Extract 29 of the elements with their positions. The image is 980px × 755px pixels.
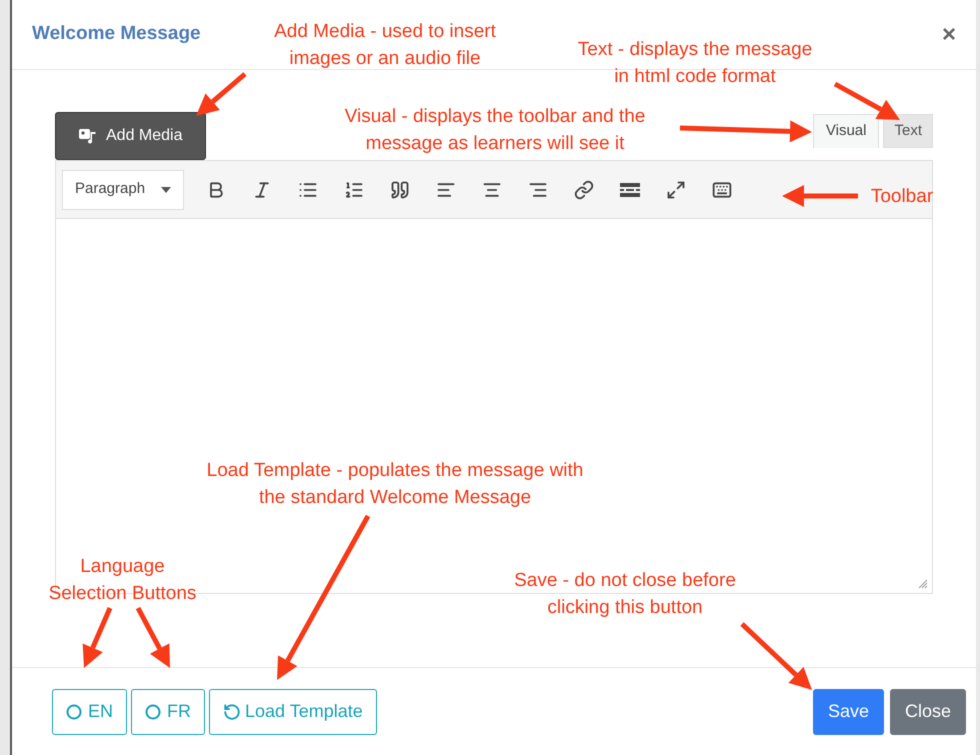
media-icon — [78, 127, 98, 145]
language-button[interactable]: FR — [131, 688, 206, 734]
close-button[interactable]: Close — [890, 688, 966, 734]
arrow — [740, 622, 812, 690]
arrow — [136, 606, 170, 668]
undo-icon — [223, 702, 242, 720]
resize-handle-icon — [918, 579, 928, 589]
caret-icon — [161, 186, 171, 192]
annotation-text: Language Selection Buttons — [48, 555, 198, 606]
close-button[interactable]: × — [942, 22, 956, 46]
annotation-text: Toolbar — [870, 185, 934, 209]
annotation-text: Load Template - populates the message with the standard Welcome Message — [206, 459, 584, 510]
annotation-text: Add Media - used to insert images or an audio file — [273, 20, 497, 71]
arrow — [196, 72, 247, 116]
annotation-text: Text - displays the message in html code format — [576, 38, 814, 89]
arrow — [82, 607, 112, 668]
annotation-text: Save - do not close before clicking this button — [513, 569, 737, 620]
annotation-text: Visual - displays the toolbar and the message as learners will see it — [344, 105, 646, 156]
language-button[interactable]: EN — [52, 688, 128, 734]
radio-icon — [145, 704, 162, 720]
add-media-button[interactable]: Add Media — [55, 112, 206, 160]
save-button[interactable]: Save — [812, 688, 884, 734]
radio-icon — [66, 704, 82, 720]
dialog-title: Welcome Message — [32, 22, 201, 46]
load-template-button[interactable]: Load Template — [209, 688, 377, 734]
editor-tab[interactable]: Text — [883, 114, 933, 148]
editor-tab[interactable]: Visual — [812, 114, 880, 148]
format-select[interactable]: Paragraph — [62, 170, 184, 210]
arrow — [834, 82, 900, 120]
